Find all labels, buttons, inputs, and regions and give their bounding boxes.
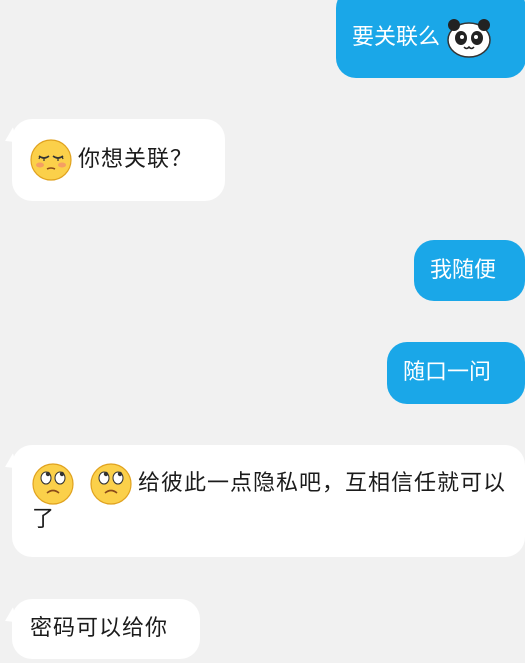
eye-roll-face-icon — [90, 463, 132, 505]
chat-message-received[interactable]: 你想关联？ — [1, 119, 225, 201]
bubble-tail — [1, 127, 19, 147]
bubble-tail — [1, 453, 19, 473]
message-text: 密码可以给你 — [30, 616, 169, 641]
eye-roll-face-icon — [32, 463, 74, 505]
chat-message-sent[interactable]: 我随便 — [414, 240, 525, 301]
bubble-tail — [1, 607, 19, 627]
message-text: 随口一问 — [403, 360, 492, 385]
message-text: 我随便 — [430, 257, 497, 283]
message-text: 你想关联？ — [78, 147, 194, 172]
message-text: 要关联么 — [352, 25, 441, 50]
sleepy-face-icon — [30, 139, 72, 181]
panda-icon — [446, 18, 492, 58]
chat-message-sent[interactable]: 要关联么 — [336, 0, 525, 78]
chat-message-sent[interactable]: 随口一问 — [387, 342, 525, 404]
chat-message-received[interactable]: 密码可以给你 — [1, 599, 200, 659]
chat-message-received[interactable]: 给彼此一点隐私吧，互相信任就可以了 — [1, 445, 525, 557]
